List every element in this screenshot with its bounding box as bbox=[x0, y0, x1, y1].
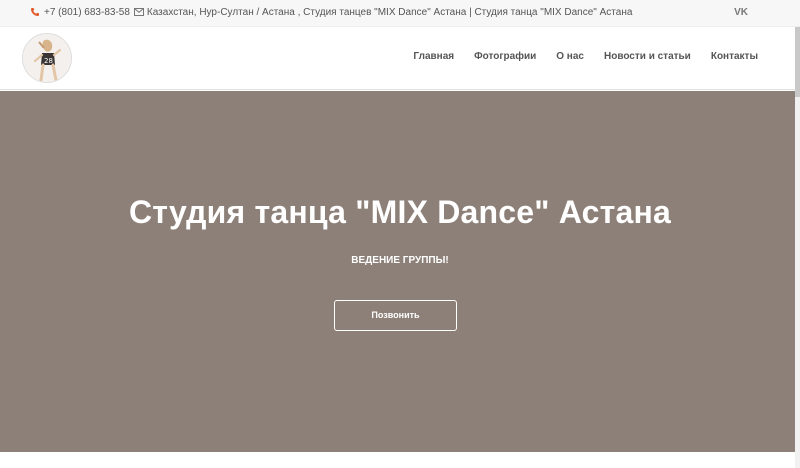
page-scrollbar[interactable] bbox=[795, 27, 800, 468]
page-bottom-strip bbox=[0, 452, 800, 468]
dancer-logo-image: 28 bbox=[23, 34, 71, 82]
hero-banner: Студия танца "MIX Dance" Астана ВЕДЕНИЕ … bbox=[0, 91, 800, 452]
nav-item-about[interactable]: О нас bbox=[556, 51, 584, 62]
phone-number[interactable]: +7 (801) 683-83-58 bbox=[44, 7, 130, 18]
phone-icon bbox=[30, 7, 40, 18]
svg-text:28: 28 bbox=[44, 57, 53, 65]
site-header: 28 Главная Фотографии О нас Новости и ст… bbox=[0, 27, 800, 90]
nav-item-photos[interactable]: Фотографии bbox=[474, 51, 536, 62]
nav-item-home[interactable]: Главная bbox=[413, 51, 454, 62]
scrollbar-thumb[interactable] bbox=[795, 27, 800, 97]
nav-item-news[interactable]: Новости и статьи bbox=[604, 51, 691, 62]
nav-item-contacts[interactable]: Контакты bbox=[711, 51, 758, 62]
mail-icon bbox=[133, 7, 144, 18]
hero-subtitle: ВЕДЕНИЕ ГРУППЫ! bbox=[351, 255, 449, 266]
call-button[interactable]: Позвонить bbox=[334, 300, 457, 331]
contact-info: +7 (801) 683-83-58 Казахстан, Нур-Султан… bbox=[30, 7, 632, 18]
hero-title: Студия танца "MIX Dance" Астана bbox=[128, 194, 671, 230]
vk-link[interactable]: VK bbox=[734, 7, 748, 18]
top-info-bar: +7 (801) 683-83-58 Казахстан, Нур-Султан… bbox=[0, 0, 800, 27]
studio-logo[interactable]: 28 bbox=[22, 33, 72, 83]
address-text: Казахстан, Нур-Султан / Астана , Студия … bbox=[146, 7, 633, 18]
main-nav: Главная Фотографии О нас Новости и стать… bbox=[413, 51, 758, 62]
